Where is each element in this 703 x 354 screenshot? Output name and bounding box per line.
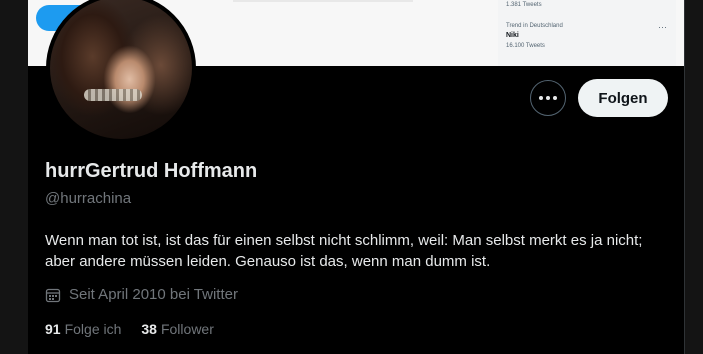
profile-stats: 91 Folge ich 38 Follower [45, 321, 214, 337]
joined-text: Seit April 2010 bei Twitter [69, 286, 238, 303]
left-gutter [0, 0, 28, 354]
followers-link[interactable]: 38 Follower [141, 321, 213, 337]
trend-name: Niki [506, 32, 519, 39]
trend-context: Trend in Deutschland [506, 23, 563, 29]
follow-button[interactable]: Folgen [578, 79, 668, 117]
trends-snippet: 1.381 Tweets Trend in Deutschland Niki 1… [498, 0, 676, 66]
followers-label: Follower [160, 321, 214, 337]
right-gutter [685, 0, 703, 354]
profile-name: hurrGertrud Hoffmann [45, 160, 258, 182]
more-button[interactable] [530, 80, 566, 116]
banner-line [233, 0, 413, 2]
followers-count: 38 [141, 321, 157, 337]
trend-more-icon: ··· [658, 22, 667, 32]
following-count: 91 [45, 321, 61, 337]
following-link[interactable]: 91 Folge ich [45, 321, 121, 337]
more-icon [539, 96, 557, 100]
profile-bio: Wenn man tot ist, ist das für einen selb… [45, 232, 643, 270]
trend-top-count: 1.381 Tweets [506, 2, 542, 8]
trend-count: 16.100 Tweets [506, 43, 545, 49]
following-label: Folge ich [64, 321, 122, 337]
avatar[interactable] [46, 0, 196, 143]
profile-handle: @hurrachina [45, 190, 132, 207]
joined-date: Seit April 2010 bei Twitter [45, 286, 238, 303]
avatar-detail [84, 89, 142, 101]
calendar-icon [45, 288, 61, 302]
